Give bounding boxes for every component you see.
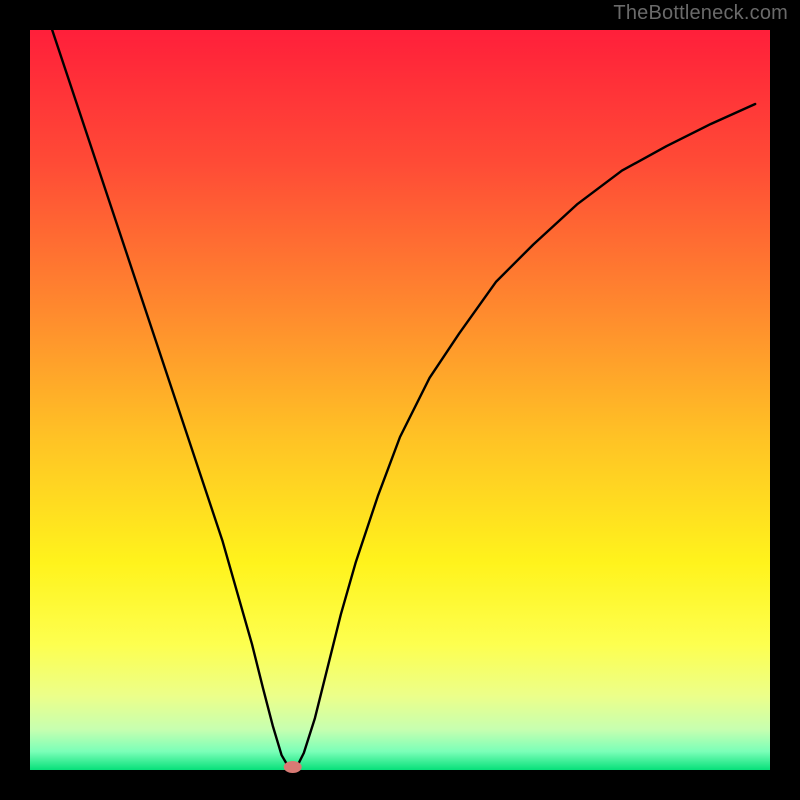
optimal-marker — [284, 761, 302, 773]
watermark-text: TheBottleneck.com — [613, 2, 788, 25]
chart-frame: TheBottleneck.com — [0, 0, 800, 800]
plot-background — [30, 30, 770, 770]
bottleneck-chart — [0, 0, 800, 800]
